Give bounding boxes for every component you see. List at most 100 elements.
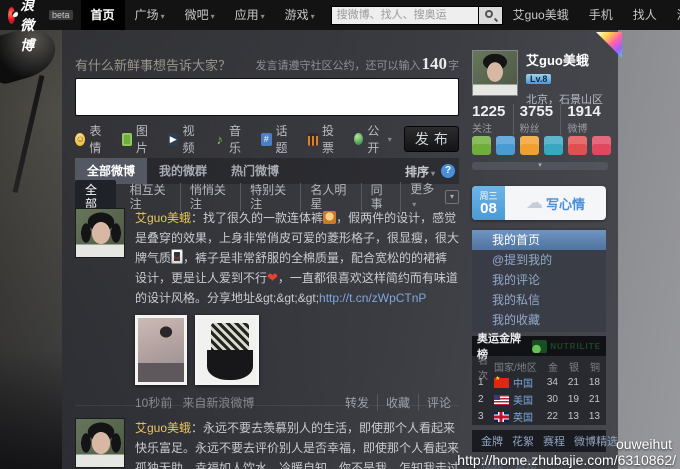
globe-icon bbox=[354, 133, 364, 145]
counter-number: 140 bbox=[421, 54, 448, 73]
stat-weibo-count[interactable]: 1914 微博 bbox=[560, 104, 608, 135]
short-link[interactable]: http://t.cn/zWpCTnP bbox=[319, 291, 426, 305]
chevron-down-icon: ▾ bbox=[210, 12, 215, 21]
profile-stats: 1225 关注 3755 粉丝 1914 微博 bbox=[472, 104, 608, 135]
write-mood-link[interactable]: 写心情 bbox=[546, 194, 585, 213]
post-text: 艾guo美蛾：永远不要去羡慕别人的生活，即使那个人看起来快乐富足。永远不要去评价… bbox=[135, 421, 460, 469]
nav-item-games[interactable]: 游戏 ▾ bbox=[275, 0, 325, 30]
sidebar-menu: 我的首页 @提到我的 我的评论 我的私信 我的收藏 bbox=[472, 228, 606, 332]
sidebar-item-messages[interactable]: 我的私信 bbox=[472, 290, 606, 310]
nav-item-weiba[interactable]: 微吧 ▾ bbox=[175, 0, 225, 30]
sponsor-name: NUTRILITE bbox=[550, 341, 601, 351]
sidebar-item-mentions[interactable]: @提到我的 bbox=[472, 250, 606, 270]
composer-toolbar: ☺ 表情 图片 ▶ 视频 ♪ 音乐 # 话题 投票 公开 ▾ 发布 bbox=[75, 124, 460, 155]
post-item: 艾guo美蛾：找了很久的一款连体裤 ，假两件的设计，感觉是叠穿的效果，上身非常俏皮… bbox=[75, 208, 459, 411]
search-icon bbox=[484, 9, 493, 18]
medal-table-row: 1 中国 34 21 18 bbox=[472, 374, 606, 391]
filter-mutual[interactable]: 相互关注 bbox=[121, 183, 180, 211]
composer-prompt: 有什么新鲜事想告诉大家？ bbox=[75, 58, 232, 73]
level-badge: Lv.8 bbox=[526, 74, 552, 84]
photo-thumbnail-romper[interactable] bbox=[195, 315, 259, 385]
medal-table-row: 2 美国 30 19 21 bbox=[478, 392, 600, 407]
logo-text: 新浪微博 bbox=[20, 0, 36, 53]
desk-shadow bbox=[0, 349, 62, 469]
sidebar-item-comments[interactable]: 我的评论 bbox=[472, 270, 606, 290]
nav-item-apps[interactable]: 应用 ▾ bbox=[225, 0, 275, 30]
nav-item-mobile[interactable]: 手机 bbox=[579, 0, 623, 30]
usa-flag-icon bbox=[494, 394, 509, 405]
emoticon-button[interactable]: ☺ 表情 bbox=[75, 122, 109, 156]
chevron-down-icon: ▾ bbox=[310, 12, 315, 21]
sidebar-item-favorites[interactable]: 我的收藏 bbox=[472, 310, 606, 330]
weibo-eye-icon bbox=[8, 6, 19, 24]
top-navbar: 新浪微博 beta 首页 广场▾ 微吧▾ 应用▾ 游戏▾ 艾guo美蛾 手机 找… bbox=[0, 0, 680, 53]
uk-flag-icon bbox=[494, 411, 509, 422]
nav-item-home[interactable]: 首页 bbox=[80, 0, 125, 30]
app-badge-icon-5[interactable] bbox=[568, 136, 587, 155]
visibility-selector[interactable]: 公开 ▾ bbox=[354, 122, 392, 156]
post-author-name[interactable]: 艾guo美蛾 bbox=[135, 211, 191, 225]
nav-item-square[interactable]: 广场 ▾ bbox=[125, 0, 175, 30]
filter-colleagues[interactable]: 同事 bbox=[360, 183, 401, 211]
nav-username[interactable]: 艾guo美蛾 bbox=[503, 0, 579, 30]
music-note-icon: ♪ bbox=[216, 131, 224, 147]
tab-hot-weibo[interactable]: 热门微博 bbox=[219, 158, 291, 184]
collapse-feed-icon[interactable]: ▾ bbox=[444, 190, 459, 204]
profile-avatar[interactable] bbox=[472, 50, 518, 96]
chevron-down-icon: ▾ bbox=[260, 12, 265, 21]
medal-table-row: 3 英国 22 13 13 bbox=[478, 409, 600, 424]
apps-collapse-bar[interactable]: ▾ bbox=[472, 162, 608, 170]
photo-thumbnail-model[interactable] bbox=[135, 315, 187, 385]
calendar-block: 周三 08 bbox=[472, 186, 505, 220]
search-button[interactable] bbox=[478, 5, 503, 25]
music-button[interactable]: ♪ 音乐 bbox=[215, 122, 249, 156]
poll-button[interactable]: 投票 bbox=[307, 122, 342, 156]
weibo-logo[interactable]: 新浪微博 beta bbox=[8, 0, 73, 55]
profile-name[interactable]: 艾guo美蛾 bbox=[526, 50, 603, 69]
tab-my-groups[interactable]: 我的微群 bbox=[147, 158, 219, 184]
country-link-china[interactable]: 中国 bbox=[513, 375, 533, 390]
video-button[interactable]: ▶ 视频 bbox=[168, 122, 202, 156]
sort-dropdown[interactable]: 排序 ▾ bbox=[405, 163, 435, 180]
feed-tabs: 全部微博 我的微群 热门微博 排序 ▾ ? bbox=[75, 158, 459, 184]
smiley-icon: ☺ bbox=[75, 132, 86, 146]
emoticon-icon bbox=[323, 211, 337, 224]
sponsor-leaf-icon bbox=[532, 339, 548, 353]
post-author-avatar[interactable] bbox=[75, 418, 125, 468]
help-icon[interactable]: ? bbox=[441, 164, 455, 178]
image-button[interactable]: 图片 bbox=[121, 122, 156, 156]
nav-search bbox=[330, 5, 503, 25]
nav-item-find-people[interactable]: 找人 bbox=[623, 0, 667, 30]
topic-button[interactable]: # 话题 bbox=[261, 122, 295, 156]
feed-filters: 全部 相互关注 悄悄关注 特别关注 名人明星 同事 更多▾ ▾ bbox=[75, 180, 459, 214]
country-link-uk[interactable]: 英国 bbox=[513, 409, 533, 424]
filter-quiet[interactable]: 悄悄关注 bbox=[179, 183, 240, 211]
nav-item-messages[interactable]: 消息▾ bbox=[667, 0, 680, 30]
country-link-usa[interactable]: 美国 bbox=[513, 392, 533, 407]
post-author-avatar[interactable] bbox=[75, 208, 125, 258]
stat-followers[interactable]: 3755 粉丝 bbox=[512, 104, 561, 135]
app-badge-icon-4[interactable] bbox=[544, 136, 563, 155]
chevron-down-icon: ▾ bbox=[387, 134, 392, 144]
publish-button[interactable]: 发布 bbox=[403, 126, 460, 152]
post-text: 艾guo美蛾：找了很久的一款连体裤 ，假两件的设计，感觉是叠穿的效果，上身非常俏皮… bbox=[135, 211, 460, 305]
app-badge-icon-2[interactable] bbox=[496, 136, 515, 155]
sidebar-item-home[interactable]: 我的首页 bbox=[472, 230, 606, 250]
weather-mood-widget[interactable]: 周三 08 ☁ 写心情 bbox=[472, 186, 606, 220]
doll-emoticon-icon bbox=[171, 249, 184, 264]
stat-following[interactable]: 1225 关注 bbox=[472, 104, 513, 136]
red-heart-icon: ❤ bbox=[267, 270, 278, 285]
post-body: 艾guo美蛾：永远不要去羡慕别人的生活，即使那个人看起来快乐富足。永远不要去评价… bbox=[135, 418, 459, 469]
nav-right-group: 艾guo美蛾 手机 找人 消息▾ 帐号▾ bbox=[503, 0, 680, 30]
app-badge-icon-1[interactable] bbox=[472, 136, 491, 155]
post-author-name[interactable]: 艾guo美蛾 bbox=[135, 421, 191, 435]
filter-special[interactable]: 特别关注 bbox=[240, 183, 300, 211]
compose-textarea[interactable] bbox=[75, 78, 459, 116]
search-input[interactable] bbox=[330, 5, 479, 25]
main-column: 有什么新鲜事想告诉大家？ 发言请遵守社区公约，还可以输入140字 ☺ 表情 图片 … bbox=[75, 30, 460, 469]
chevron-down-icon: ▾ bbox=[430, 168, 435, 178]
app-badge-icon-3[interactable] bbox=[520, 136, 539, 155]
content-panel: 有什么新鲜事想告诉大家？ 发言请遵守社区公约，还可以输入140字 ☺ 表情 图片 … bbox=[62, 30, 622, 469]
app-badge-icon-6[interactable] bbox=[592, 136, 611, 155]
filter-celebrities[interactable]: 名人明星 bbox=[300, 183, 360, 211]
